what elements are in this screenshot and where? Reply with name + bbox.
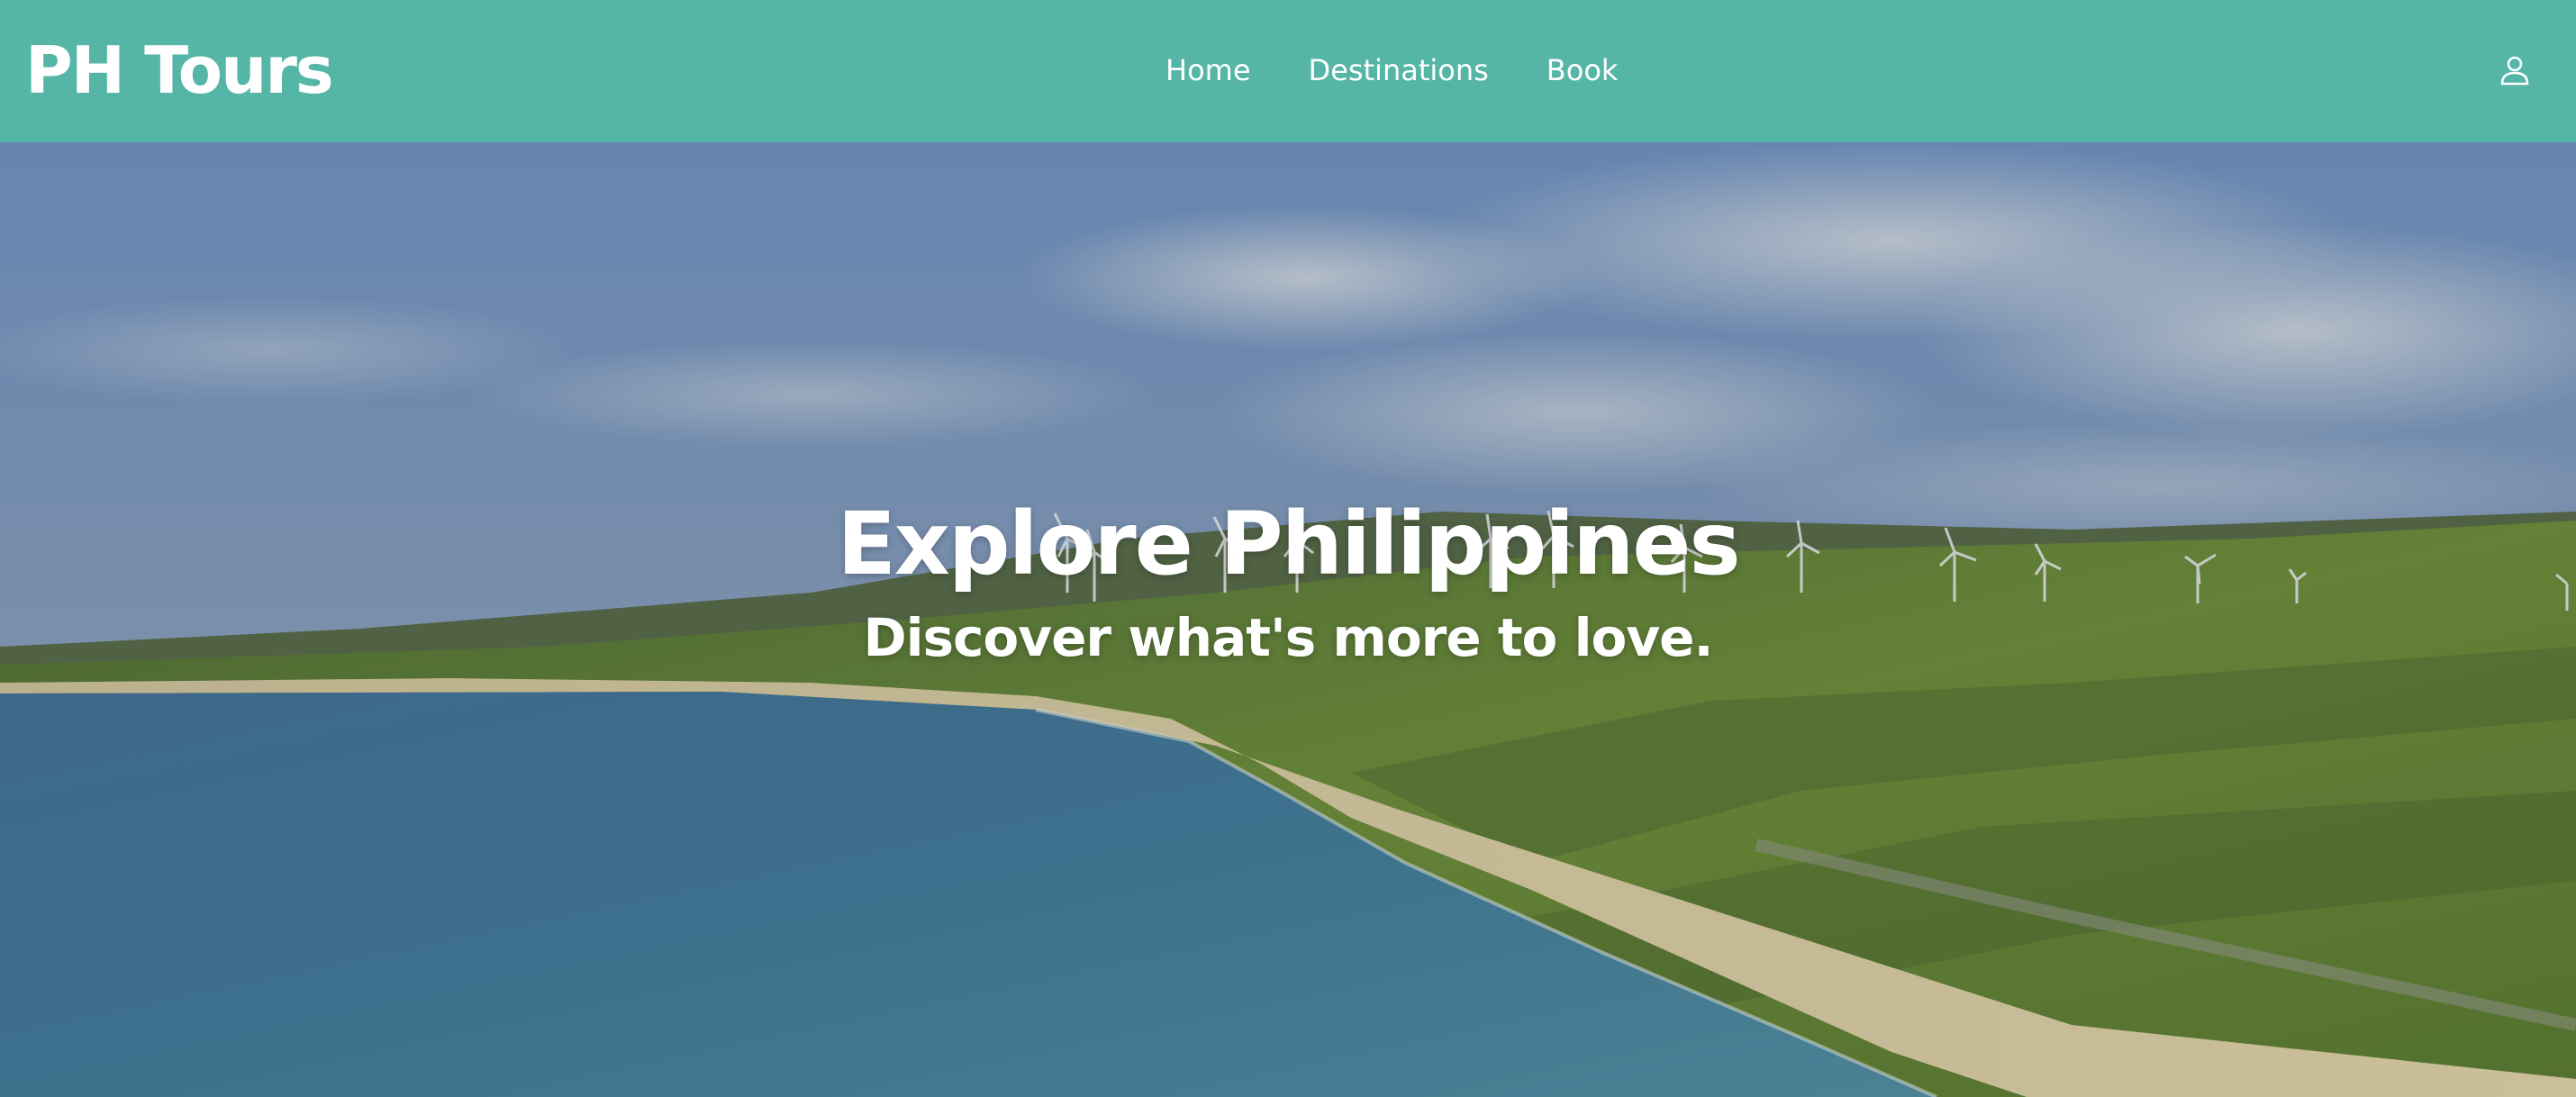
nav-link-home[interactable]: Home [1166,47,1251,94]
hero-subtitle: Discover what's more to love. [863,607,1713,668]
nav-link-destinations[interactable]: Destinations [1309,47,1489,94]
brand-logo[interactable]: PH Tours [25,27,334,113]
hero-section: Explore Philippines Discover what's more… [0,142,2576,1097]
user-account-button[interactable] [2495,50,2535,90]
nav-link-book[interactable]: Book [1547,47,1619,94]
hero-title: Explore Philippines [837,494,1740,594]
navbar: PH Tours Home Destinations Book [0,0,2576,142]
main-nav: Home Destinations Book [1166,47,1618,94]
hero-text: Explore Philippines Discover what's more… [0,142,2576,1097]
user-icon [2500,56,2529,86]
